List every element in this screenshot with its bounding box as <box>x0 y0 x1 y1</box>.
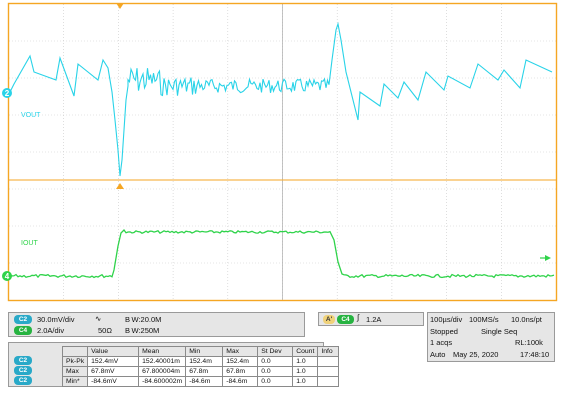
measurement-min: 152.4m <box>185 356 224 367</box>
ch4-scale[interactable]: 2.0A/div <box>37 326 64 335</box>
measurement-value: 67.8mV <box>87 366 140 377</box>
ch4-bandwidth: B W:250M <box>125 326 160 335</box>
measurement-name: Pk-Pk <box>61 356 89 367</box>
header-stdev: St Dev <box>257 346 294 357</box>
measurement-ch2-badge: C2 <box>14 376 32 385</box>
ch4-badge[interactable]: C4 <box>14 326 32 335</box>
scope-display: 2 4 VOUT IOUT <box>0 0 561 310</box>
rising-edge-icon: ∫ <box>357 313 360 322</box>
measurement-name: Min* <box>61 376 89 387</box>
trigger-level: 1.2A <box>366 315 382 324</box>
measurement-row[interactable]: Max 67.8mV 67.800004m 67.8m 67.8m 0.0 1.… <box>61 366 340 377</box>
measurement-header-row: Value Mean Min Max St Dev Count Info <box>61 346 340 357</box>
ch2-scale[interactable]: 30.0mV/div <box>37 315 75 324</box>
acquisition-state: Stopped <box>430 327 458 336</box>
record-length: RL:100k <box>515 338 543 347</box>
measurement-mean: 67.800004m <box>138 366 187 377</box>
ch2-badge[interactable]: C2 <box>14 315 32 324</box>
ch4-ground-marker[interactable]: 4 <box>2 271 12 281</box>
ch4-coupling: 50Ω <box>98 326 112 335</box>
measurement-info <box>317 376 340 387</box>
measurement-count: 1.0 <box>292 356 319 367</box>
acquisition-count: 1 acqs <box>430 338 453 347</box>
ch4-waveform-label: IOUT <box>21 240 38 247</box>
trigger-mode-badge: A' <box>323 314 335 324</box>
header-mean: Mean <box>138 346 187 357</box>
measurement-table: Value Mean Min Max St Dev Count Info Pk-… <box>61 346 340 387</box>
time-resolution: 10.0ns/pt <box>511 315 542 324</box>
measurement-row[interactable]: Min* -84.6mV -84.600002m -84.6m -84.6m 0… <box>61 376 340 387</box>
measurement-stdev: 0.0 <box>257 356 294 367</box>
header-min: Min <box>185 346 224 357</box>
ac-coupling-icon: ∿ <box>95 314 102 323</box>
sequence-mode: Single Seq <box>481 327 518 336</box>
capture-time: 17:48:10 <box>520 350 550 359</box>
measurement-max: 152.4m <box>222 356 259 367</box>
ch4-marker-label: 4 <box>5 272 10 281</box>
trigger-source-badge: C4 <box>337 314 354 324</box>
measurement-info <box>317 366 340 377</box>
measurement-stdev: 0.0 <box>257 376 294 387</box>
measurement-info <box>317 356 340 367</box>
measurement-ch2-badge: C2 <box>14 366 32 375</box>
measurement-count: 1.0 <box>292 366 319 377</box>
measurement-row[interactable]: Pk-Pk 152.4mV 152.40001m 152.4m 152.4m 0… <box>61 356 340 367</box>
measurement-count: 1.0 <box>292 376 319 387</box>
header-value: Value <box>87 346 140 357</box>
header-count: Count <box>292 346 319 357</box>
ch2-ground-marker[interactable]: 2 <box>2 88 12 98</box>
measurement-ch2-badge: C2 <box>14 356 32 365</box>
measurement-name: Max <box>61 366 89 377</box>
measurement-value: 152.4mV <box>87 356 140 367</box>
measurement-value: -84.6mV <box>87 376 140 387</box>
ch2-bandwidth: B W:20.0M <box>125 315 162 324</box>
ch2-waveform-label: VOUT <box>21 112 41 119</box>
measurement-mean: 152.40001m <box>138 356 187 367</box>
measurement-min: 67.8m <box>185 366 224 377</box>
ch2-marker-label: 2 <box>5 89 10 98</box>
measurement-max: -84.6m <box>222 376 259 387</box>
measurement-min: -84.6m <box>185 376 224 387</box>
header-info: Info <box>317 346 340 357</box>
measurement-max: 67.8m <box>222 366 259 377</box>
horizontal-scale: 100µs/div <box>430 315 463 324</box>
header-max: Max <box>222 346 259 357</box>
sample-rate: 100MS/s <box>469 315 499 324</box>
auto-mode: Auto <box>430 350 446 359</box>
capture-date: May 25, 2020 <box>453 350 499 359</box>
header-name <box>61 346 89 357</box>
measurement-mean: -84.600002m <box>138 376 187 387</box>
measurement-stdev: 0.0 <box>257 366 294 377</box>
